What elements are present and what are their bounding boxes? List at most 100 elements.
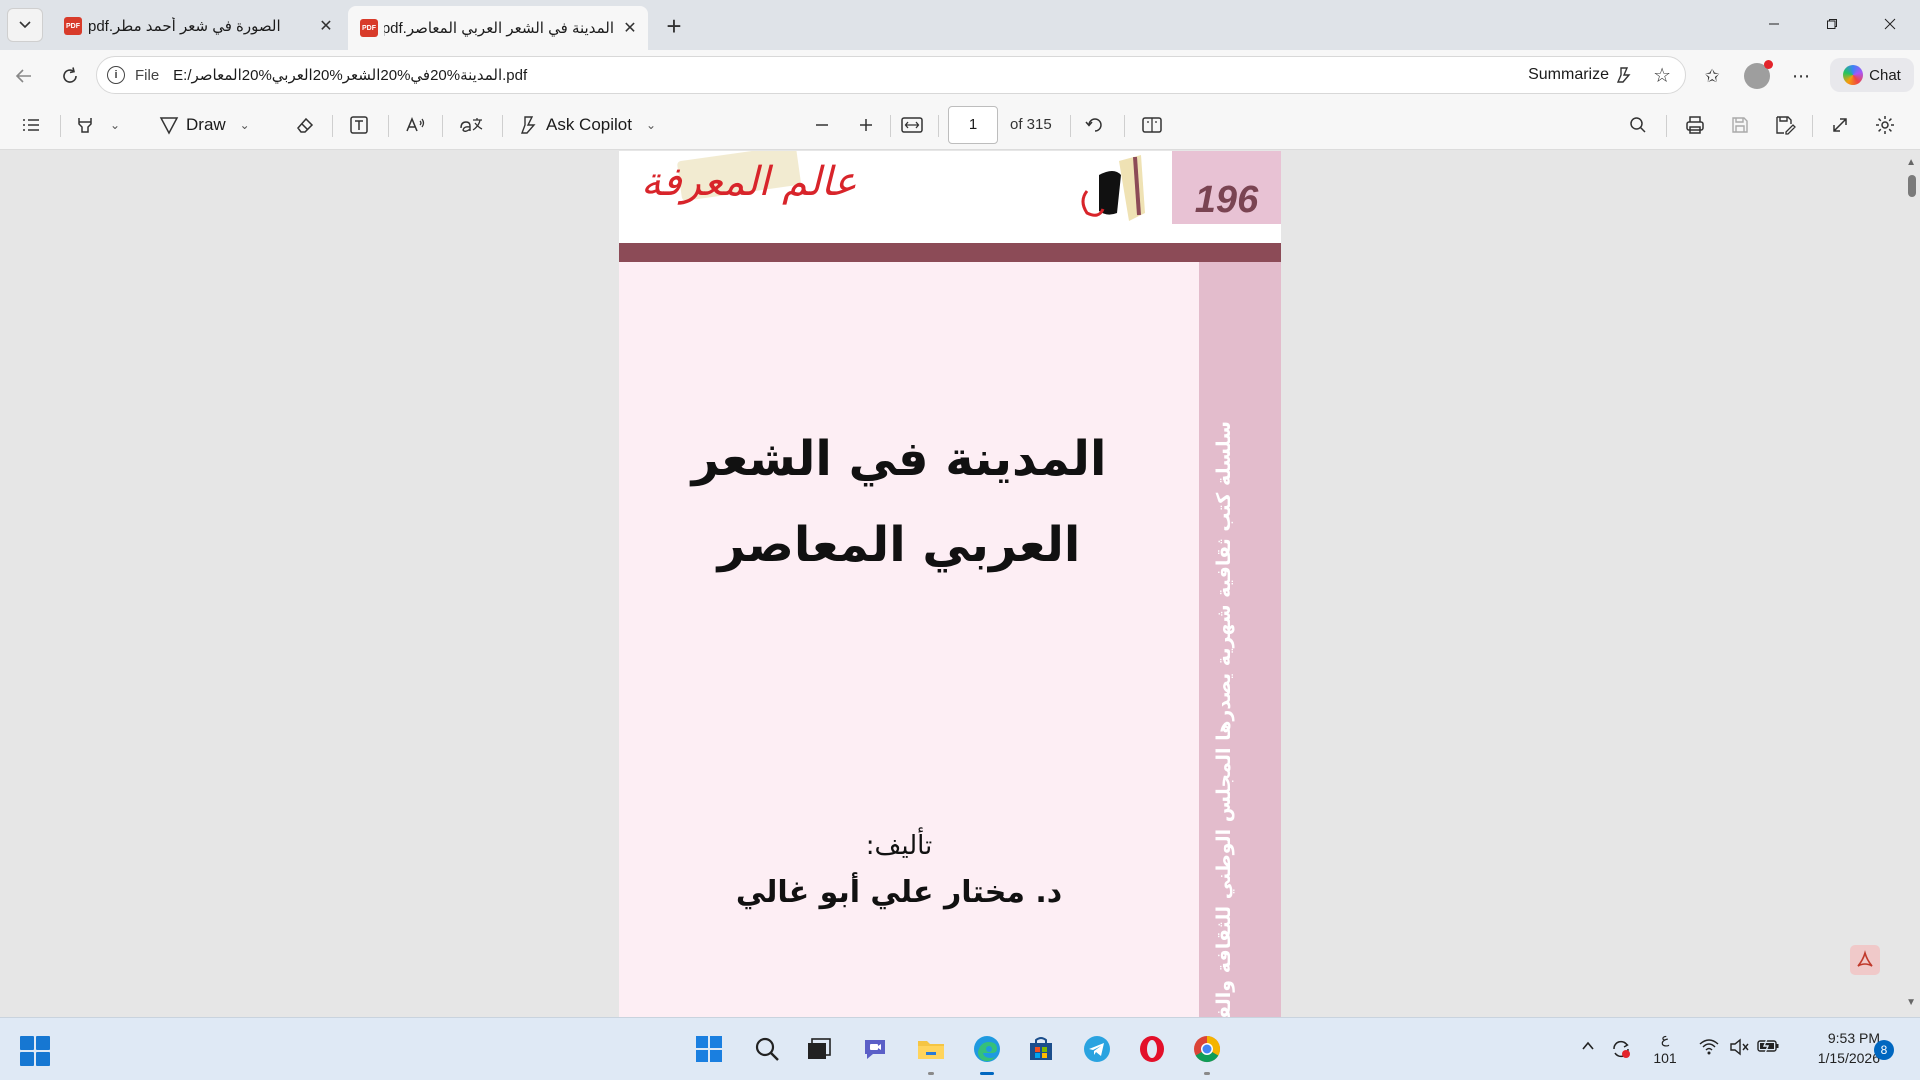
separator [1812,115,1813,137]
tab-list-button[interactable] [7,8,43,42]
close-icon [1884,18,1896,30]
input-language-indicator[interactable]: ع 101 [1650,1016,1680,1068]
taskbar-meet-icon[interactable] [858,1032,892,1066]
fullscreen-button[interactable] [1830,110,1850,140]
vertical-scrollbar[interactable]: ▲ ▼ [1904,151,1920,1017]
chrome-icon [1194,1036,1221,1063]
info-icon[interactable]: i [107,66,125,84]
pdf-viewer[interactable]: عالم المعرفة 196 سلسلة كتب ثقافية شهرية … [0,151,1920,1017]
refresh-button[interactable] [54,60,86,92]
windows-start-button[interactable] [20,1036,50,1066]
page-number-input[interactable]: 1 [948,106,998,144]
separator [1124,115,1125,137]
issue-number: 196 [1194,179,1259,221]
scroll-down-icon[interactable]: ▼ [1906,997,1916,1008]
task-view-icon [808,1038,831,1059]
erase-button[interactable] [294,110,316,140]
close-icon[interactable]: ✕ [620,18,640,38]
close-icon[interactable]: ✕ [316,16,336,36]
ask-copilot-button[interactable]: Ask Copilot ⌄ [518,110,656,140]
taskbar-file-explorer-icon[interactable] [914,1032,948,1075]
separator [938,115,939,137]
scroll-up-icon[interactable]: ▲ [1906,157,1916,168]
settings-button[interactable] [1874,110,1896,140]
summarize-label: Summarize [1528,66,1609,83]
show-hidden-icons-button[interactable] [1580,1038,1596,1054]
close-window-button[interactable] [1861,0,1919,48]
read-aloud-icon [406,117,425,132]
book-title-line-2: العربي المعاصر [717,517,1081,573]
contents-button[interactable] [20,110,42,140]
taskbar-telegram-icon[interactable] [1080,1032,1114,1066]
separator [502,115,503,137]
restore-button[interactable] [1803,0,1861,48]
fit-width-button[interactable] [900,110,924,140]
save-as-button[interactable] [1774,110,1796,140]
search-icon [1630,117,1646,133]
rotate-button[interactable] [1084,110,1106,140]
copilot-outline-icon [1616,67,1631,83]
translate-button[interactable] [458,110,484,140]
profile-avatar[interactable] [1744,60,1773,89]
address-bar[interactable]: i File E:/المدينة%20في%20الشعر%20العربي%… [96,56,1686,94]
favorites-button[interactable]: ✩ [1698,62,1726,90]
taskbar-start-icon[interactable] [692,1032,726,1066]
volume-button[interactable] [1728,1038,1750,1056]
chevron-down-icon[interactable]: ⌄ [240,118,250,132]
chevron-down-icon[interactable]: ⌄ [646,118,656,132]
minimize-button[interactable] [1745,0,1803,48]
clock[interactable]: 9:53 PM 1/15/2026 [1790,1028,1880,1068]
find-button[interactable] [1628,110,1648,140]
draw-label: Draw [186,115,226,134]
tab-title: المدينة في الشعر العربي المعاصر.pdf [384,20,614,37]
battery-charging-icon [1757,1038,1779,1054]
notification-badge[interactable]: 8 [1874,1040,1894,1060]
chevron-down-icon[interactable]: ⌄ [110,118,120,132]
taskbar-opera-icon[interactable] [1135,1032,1169,1066]
wifi-icon [1699,1039,1719,1055]
favorite-star-icon[interactable]: ☆ [1653,63,1671,88]
taskbar [0,1017,1920,1080]
new-tab-button[interactable]: + [660,10,688,41]
taskbar-store-icon[interactable] [1024,1032,1058,1066]
save-icon [1732,117,1748,133]
sync-status-button[interactable] [1610,1038,1632,1060]
add-text-button[interactable] [348,110,370,140]
save-button[interactable] [1730,110,1750,140]
separator [60,115,61,137]
tab-pdf-2[interactable]: PDF المدينة في الشعر العربي المعاصر.pdf … [348,6,648,50]
wifi-button[interactable] [1698,1038,1720,1056]
url-scheme: File [135,66,160,84]
restore-icon [1827,19,1837,29]
taskbar-chrome-icon[interactable] [1190,1032,1224,1075]
back-button[interactable] [8,60,40,92]
draw-pen-icon [159,117,179,135]
url-text[interactable]: E:/المدينة%20في%20الشعر%20العربي%20المعا… [173,66,527,84]
summarize-button[interactable]: Summarize [1528,65,1635,85]
copilot-chat-button[interactable]: Chat [1830,58,1914,92]
read-aloud-button[interactable] [404,110,428,140]
taskbar-task-view-icon[interactable] [802,1032,836,1066]
taskbar-edge-icon[interactable] [970,1032,1004,1075]
pdf-icon: PDF [64,17,82,35]
issue-number-box: 196 [1172,151,1281,224]
plus-icon: + [666,10,682,41]
store-icon [1030,1037,1052,1060]
maroon-band [619,243,1281,262]
zoom-in-button[interactable] [856,110,876,140]
print-button[interactable] [1684,110,1706,140]
more-menu-button[interactable]: ⋯ [1787,62,1815,90]
spine-text: سلسلة كتب ثقافية شهرية يصدرها المجلس الو… [1213,421,1235,1017]
page-view-button[interactable] [1140,110,1164,140]
acrobat-icon[interactable] [1850,945,1880,975]
video-chat-icon [865,1040,885,1059]
scroll-thumb[interactable] [1908,175,1916,197]
printer-icon [1686,116,1704,134]
highlight-button[interactable]: ⌄ [74,110,120,140]
tab-strip: PDF الصورة في شعر أحمد مطر.pdf ✕ PDF الم… [0,0,1920,50]
draw-button[interactable]: Draw ⌄ [158,110,250,140]
zoom-out-button[interactable] [812,110,832,140]
taskbar-search-icon[interactable] [750,1032,784,1066]
tab-pdf-1[interactable]: PDF الصورة في شعر أحمد مطر.pdf ✕ [52,6,344,46]
battery-button[interactable] [1756,1038,1780,1054]
